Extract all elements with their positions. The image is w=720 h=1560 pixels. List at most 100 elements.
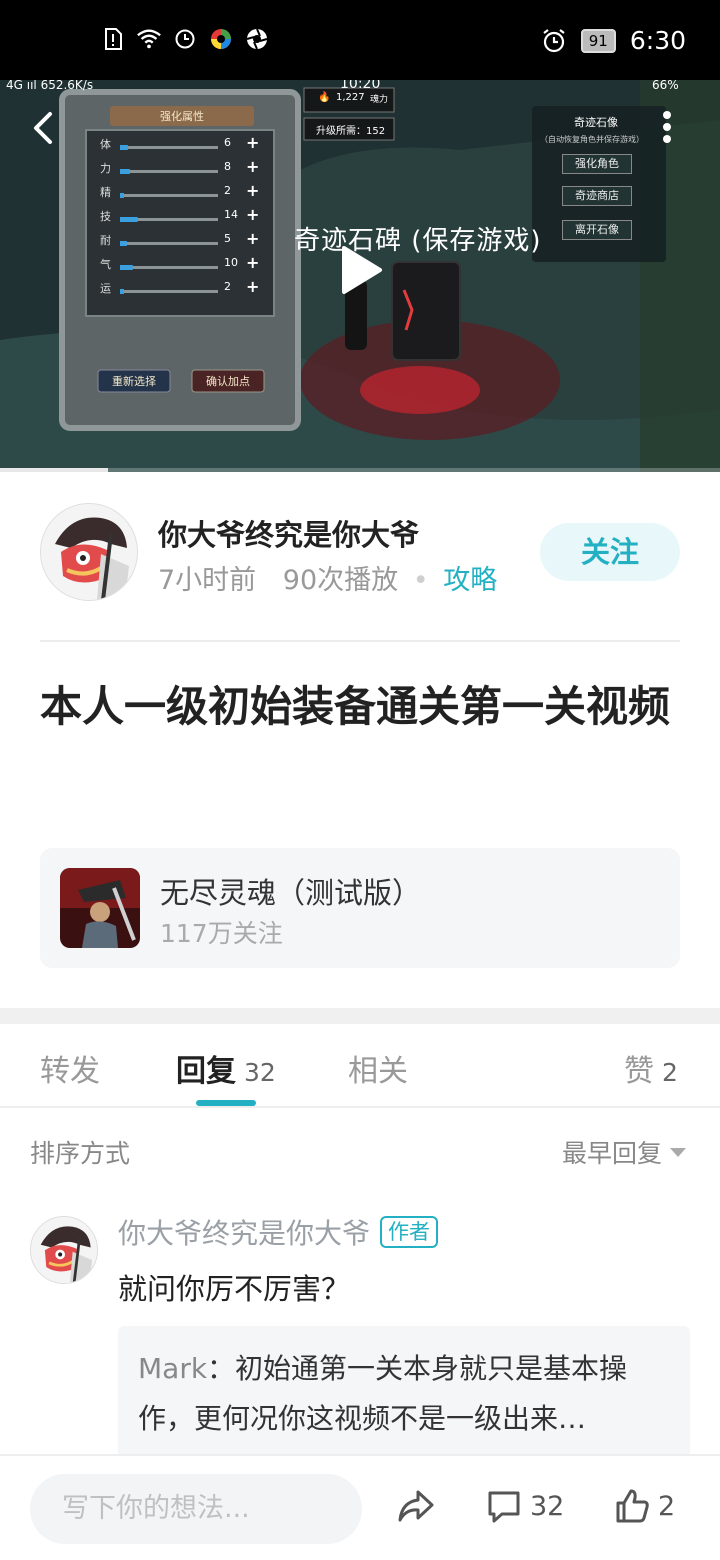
reply-preview[interactable]: Mark：初始通第一关本身就只是基本操作，更何况你这视频不是一级出来… bbox=[118, 1326, 690, 1460]
overlay-stat-value: 8 bbox=[224, 160, 231, 173]
plus-icon: + bbox=[246, 229, 260, 248]
comment-author[interactable]: 你大爷终究是你大爷 作者 bbox=[118, 1212, 439, 1252]
overlay-stat-name: 技 bbox=[100, 210, 111, 223]
tab-like[interactable]: 赞2 bbox=[624, 1046, 678, 1090]
comment-count: 32 bbox=[530, 1490, 565, 1522]
like-button[interactable]: 2 bbox=[614, 1488, 675, 1524]
overlay-confirm-button: 确认加点 bbox=[206, 375, 250, 388]
plus-icon: + bbox=[246, 133, 260, 152]
overlay-game-caption: 奇迹石碑 (保存游戏) bbox=[294, 226, 542, 256]
overlay-side-button: 强化角色 bbox=[562, 154, 632, 174]
video-progress-fill bbox=[0, 468, 108, 472]
reply-author: Mark bbox=[138, 1352, 208, 1385]
comment-author-name: 你大爷终究是你大爷 bbox=[118, 1217, 371, 1250]
sort-dropdown[interactable]: 最早回复 bbox=[562, 1134, 686, 1170]
comment-item: 你大爷终究是你大爷 作者 就问你厉不厉害？ Mark：初始通第一关本身就只是基本… bbox=[0, 1200, 720, 1460]
play-icon bbox=[342, 246, 382, 294]
tab-forward[interactable]: 转发 bbox=[40, 1046, 100, 1090]
overlay-stat-name: 耐 bbox=[100, 234, 111, 247]
like-count: 2 bbox=[658, 1490, 676, 1522]
overlay-upgrade-label: 升级所需：152 bbox=[316, 126, 386, 137]
divider bbox=[40, 640, 680, 642]
overlay-stat-track bbox=[120, 290, 218, 293]
overlay-stat-value: 14 bbox=[224, 208, 238, 221]
app-icon-colorwheel bbox=[208, 26, 234, 52]
battery-indicator: 91 bbox=[580, 28, 616, 53]
overlay-stat-track bbox=[120, 242, 218, 245]
overlay-stat-fill bbox=[120, 145, 128, 150]
category-tag[interactable]: 攻略 bbox=[443, 565, 497, 596]
game-fans: 117万关注 bbox=[160, 919, 283, 948]
overlay-stat-name: 气 bbox=[100, 258, 111, 271]
avatar-image bbox=[31, 1217, 97, 1283]
tab-related[interactable]: 相关 bbox=[348, 1046, 408, 1090]
plus-icon: + bbox=[246, 181, 260, 200]
overlay-panel-title: 强化属性 bbox=[160, 110, 204, 123]
comment-avatar[interactable] bbox=[30, 1216, 98, 1284]
game-name: 无尽灵魂（测试版） bbox=[160, 876, 422, 910]
play-count: 90次播放 bbox=[282, 565, 399, 596]
back-button[interactable] bbox=[26, 108, 62, 148]
tab-bar: 转发 回复 32 相关 赞2 bbox=[0, 1024, 720, 1108]
wifi-icon bbox=[136, 26, 162, 52]
thumbs-up-icon bbox=[616, 1489, 649, 1523]
video-player[interactable]: 4G ııl 652.6K/s 10:20 66% 🔥 1,227 魂力 升级所… bbox=[0, 80, 720, 472]
caret-down-icon bbox=[670, 1147, 686, 1157]
sort-label: 排序方式 bbox=[30, 1139, 131, 1168]
plus-icon: + bbox=[246, 205, 260, 224]
overlay-fire-count: 1,227 bbox=[336, 92, 365, 103]
follow-button[interactable]: 关注 bbox=[540, 523, 680, 581]
author-name[interactable]: 你大爷终究是你大爷 bbox=[158, 512, 419, 554]
author-row: 你大爷终究是你大爷 7小时前 90次播放 • 攻略 关注 bbox=[40, 500, 680, 610]
more-vertical-icon bbox=[663, 111, 671, 143]
comment-button[interactable]: 32 bbox=[486, 1488, 564, 1524]
overlay-stat-track bbox=[120, 194, 218, 197]
status-time: 6:30 bbox=[629, 26, 686, 55]
app-icon-aperture bbox=[244, 26, 270, 52]
status-bar: 91 6:30 bbox=[0, 0, 720, 80]
sort-row: 排序方式 最早回复 bbox=[0, 1110, 720, 1190]
comment-input[interactable]: 写下你的想法... bbox=[30, 1474, 362, 1544]
overlay-stat-fill bbox=[120, 169, 130, 174]
overlay-stat-value: 2 bbox=[224, 184, 231, 197]
sort-value: 最早回复 bbox=[561, 1139, 662, 1168]
post-title: 本人一级初始装备通关第一关视频 bbox=[40, 682, 671, 731]
overlay-stat-track bbox=[120, 266, 218, 269]
overlay-stat-name: 精 bbox=[100, 186, 111, 199]
plus-icon: + bbox=[246, 277, 260, 296]
fire-icon: 🔥 bbox=[318, 92, 331, 103]
tab-reply[interactable]: 回复 32 bbox=[176, 1046, 276, 1090]
comment-icon bbox=[488, 1491, 520, 1523]
overlay-stat-value: 2 bbox=[224, 280, 231, 293]
overlay-stat-name: 运 bbox=[100, 282, 111, 295]
section-separator bbox=[0, 1008, 720, 1024]
tab-like-label: 赞 bbox=[624, 1054, 654, 1089]
comment-text[interactable]: 就问你厉不厉害？ bbox=[118, 1266, 350, 1308]
overlay-stat-value: 10 bbox=[224, 256, 238, 269]
more-button[interactable] bbox=[660, 110, 674, 144]
meta-dot: • bbox=[412, 565, 429, 596]
tab-related-label: 相关 bbox=[348, 1054, 408, 1089]
overlay-stat-name: 力 bbox=[100, 162, 111, 175]
overlay-stat-fill bbox=[120, 217, 138, 222]
overlay-time: 10:20 bbox=[340, 80, 381, 92]
reply-text: ：初始通第一关本身就只是基本操作，更何况你这视频不是一级出来… bbox=[138, 1352, 628, 1435]
overlay-side-sub: （自动恢复角色并保存游戏） bbox=[540, 135, 644, 144]
sim-alert-icon bbox=[100, 26, 126, 52]
author-avatar[interactable] bbox=[40, 503, 138, 601]
game-cover-image bbox=[60, 868, 140, 948]
overlay-stat-fill bbox=[120, 289, 124, 294]
overlay-stat-value: 6 bbox=[224, 136, 231, 149]
game-card[interactable]: 无尽灵魂（测试版） 117万关注 bbox=[40, 848, 680, 968]
game-icon bbox=[60, 868, 140, 948]
share-icon bbox=[398, 1490, 434, 1522]
video-progress-bar[interactable] bbox=[0, 468, 720, 472]
share-button[interactable] bbox=[396, 1488, 436, 1524]
tab-indicator bbox=[196, 1100, 256, 1106]
overlay-side-button: 奇迹商店 bbox=[562, 186, 632, 206]
post-time: 7小时前 bbox=[158, 565, 257, 596]
play-button[interactable] bbox=[334, 244, 386, 296]
clock-icon bbox=[172, 26, 198, 52]
author-badge: 作者 bbox=[380, 1216, 439, 1248]
overlay-battery: 66% bbox=[652, 80, 679, 92]
